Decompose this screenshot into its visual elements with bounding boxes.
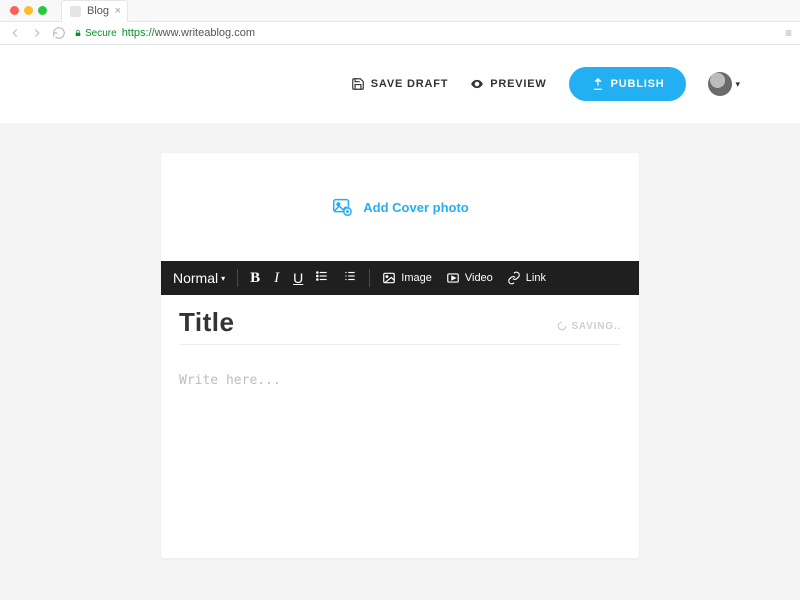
secure-label: Secure bbox=[85, 28, 117, 39]
video-icon bbox=[446, 271, 460, 285]
avatar-icon bbox=[708, 72, 732, 96]
browser-menu-icon[interactable]: ≡ bbox=[785, 26, 792, 40]
media-group: Image Video Link bbox=[382, 271, 546, 285]
eye-icon bbox=[470, 77, 484, 91]
nav-back-icon[interactable] bbox=[8, 26, 22, 40]
editor-card: Add Cover photo Normal ▾ B I U bbox=[161, 153, 639, 558]
format-label: Normal bbox=[173, 270, 218, 286]
save-icon bbox=[351, 77, 365, 91]
saving-label: SAVING.. bbox=[571, 321, 621, 332]
add-cover-photo-button[interactable]: Add Cover photo bbox=[161, 153, 639, 261]
text-style-group: B I U bbox=[250, 270, 303, 287]
app-header: SAVE DRAFT PREVIEW PUBLISH ▾ bbox=[0, 45, 800, 123]
add-cover-label: Add Cover photo bbox=[363, 200, 468, 215]
insert-video-button[interactable]: Video bbox=[446, 271, 493, 285]
ordered-list-icon[interactable] bbox=[343, 269, 357, 288]
browser-chrome: Blog × Secure https://www.writeablog.com… bbox=[0, 0, 800, 45]
lock-icon bbox=[74, 28, 82, 38]
preview-button[interactable]: PREVIEW bbox=[470, 77, 546, 91]
publish-label: PUBLISH bbox=[611, 78, 665, 90]
upload-icon bbox=[591, 77, 605, 91]
image-icon bbox=[331, 196, 353, 218]
window-maximize-icon[interactable] bbox=[38, 6, 47, 15]
publish-button[interactable]: PUBLISH bbox=[569, 67, 687, 101]
bullet-list-icon[interactable] bbox=[315, 269, 329, 288]
link-label: Link bbox=[526, 272, 546, 284]
tab-title: Blog bbox=[87, 5, 109, 17]
saving-indicator: SAVING.. bbox=[557, 321, 621, 332]
image-icon bbox=[382, 271, 396, 285]
preview-label: PREVIEW bbox=[490, 78, 546, 90]
insert-link-button[interactable]: Link bbox=[507, 271, 546, 285]
chevron-down-icon: ▾ bbox=[735, 79, 740, 90]
save-draft-button[interactable]: SAVE DRAFT bbox=[351, 77, 448, 91]
image-label: Image bbox=[401, 272, 432, 284]
window-minimize-icon[interactable] bbox=[24, 6, 33, 15]
address-bar[interactable]: Secure https://www.writeablog.com bbox=[74, 27, 777, 39]
tab-close-icon[interactable]: × bbox=[115, 5, 121, 17]
url-text: https://www.writeablog.com bbox=[122, 27, 255, 39]
italic-button[interactable]: I bbox=[274, 270, 279, 287]
body-input[interactable] bbox=[179, 373, 621, 553]
editor-toolbar: Normal ▾ B I U Image bbox=[161, 261, 639, 295]
bold-button[interactable]: B bbox=[250, 270, 260, 287]
separator bbox=[369, 269, 370, 287]
user-menu[interactable]: ▾ bbox=[708, 72, 740, 96]
editor-body: SAVING.. bbox=[161, 295, 639, 558]
browser-tab[interactable]: Blog × bbox=[61, 0, 128, 22]
list-group bbox=[315, 269, 357, 288]
spinner-icon bbox=[557, 321, 567, 331]
browser-toolbar: Secure https://www.writeablog.com ≡ bbox=[0, 22, 800, 44]
format-dropdown[interactable]: Normal ▾ bbox=[173, 270, 225, 286]
browser-tab-strip: Blog × bbox=[0, 0, 800, 22]
window-close-icon[interactable] bbox=[10, 6, 19, 15]
nav-reload-icon[interactable] bbox=[52, 26, 66, 40]
video-label: Video bbox=[465, 272, 493, 284]
chevron-down-icon: ▾ bbox=[221, 274, 225, 283]
title-input[interactable] bbox=[179, 307, 549, 338]
window-controls bbox=[6, 6, 51, 15]
insert-image-button[interactable]: Image bbox=[382, 271, 432, 285]
underline-button[interactable]: U bbox=[293, 270, 303, 286]
save-draft-label: SAVE DRAFT bbox=[371, 78, 448, 90]
nav-forward-icon[interactable] bbox=[30, 26, 44, 40]
separator bbox=[237, 269, 238, 287]
secure-badge: Secure bbox=[74, 28, 117, 39]
link-icon bbox=[507, 271, 521, 285]
content-area: Add Cover photo Normal ▾ B I U bbox=[0, 123, 800, 558]
favicon-icon bbox=[70, 6, 81, 17]
